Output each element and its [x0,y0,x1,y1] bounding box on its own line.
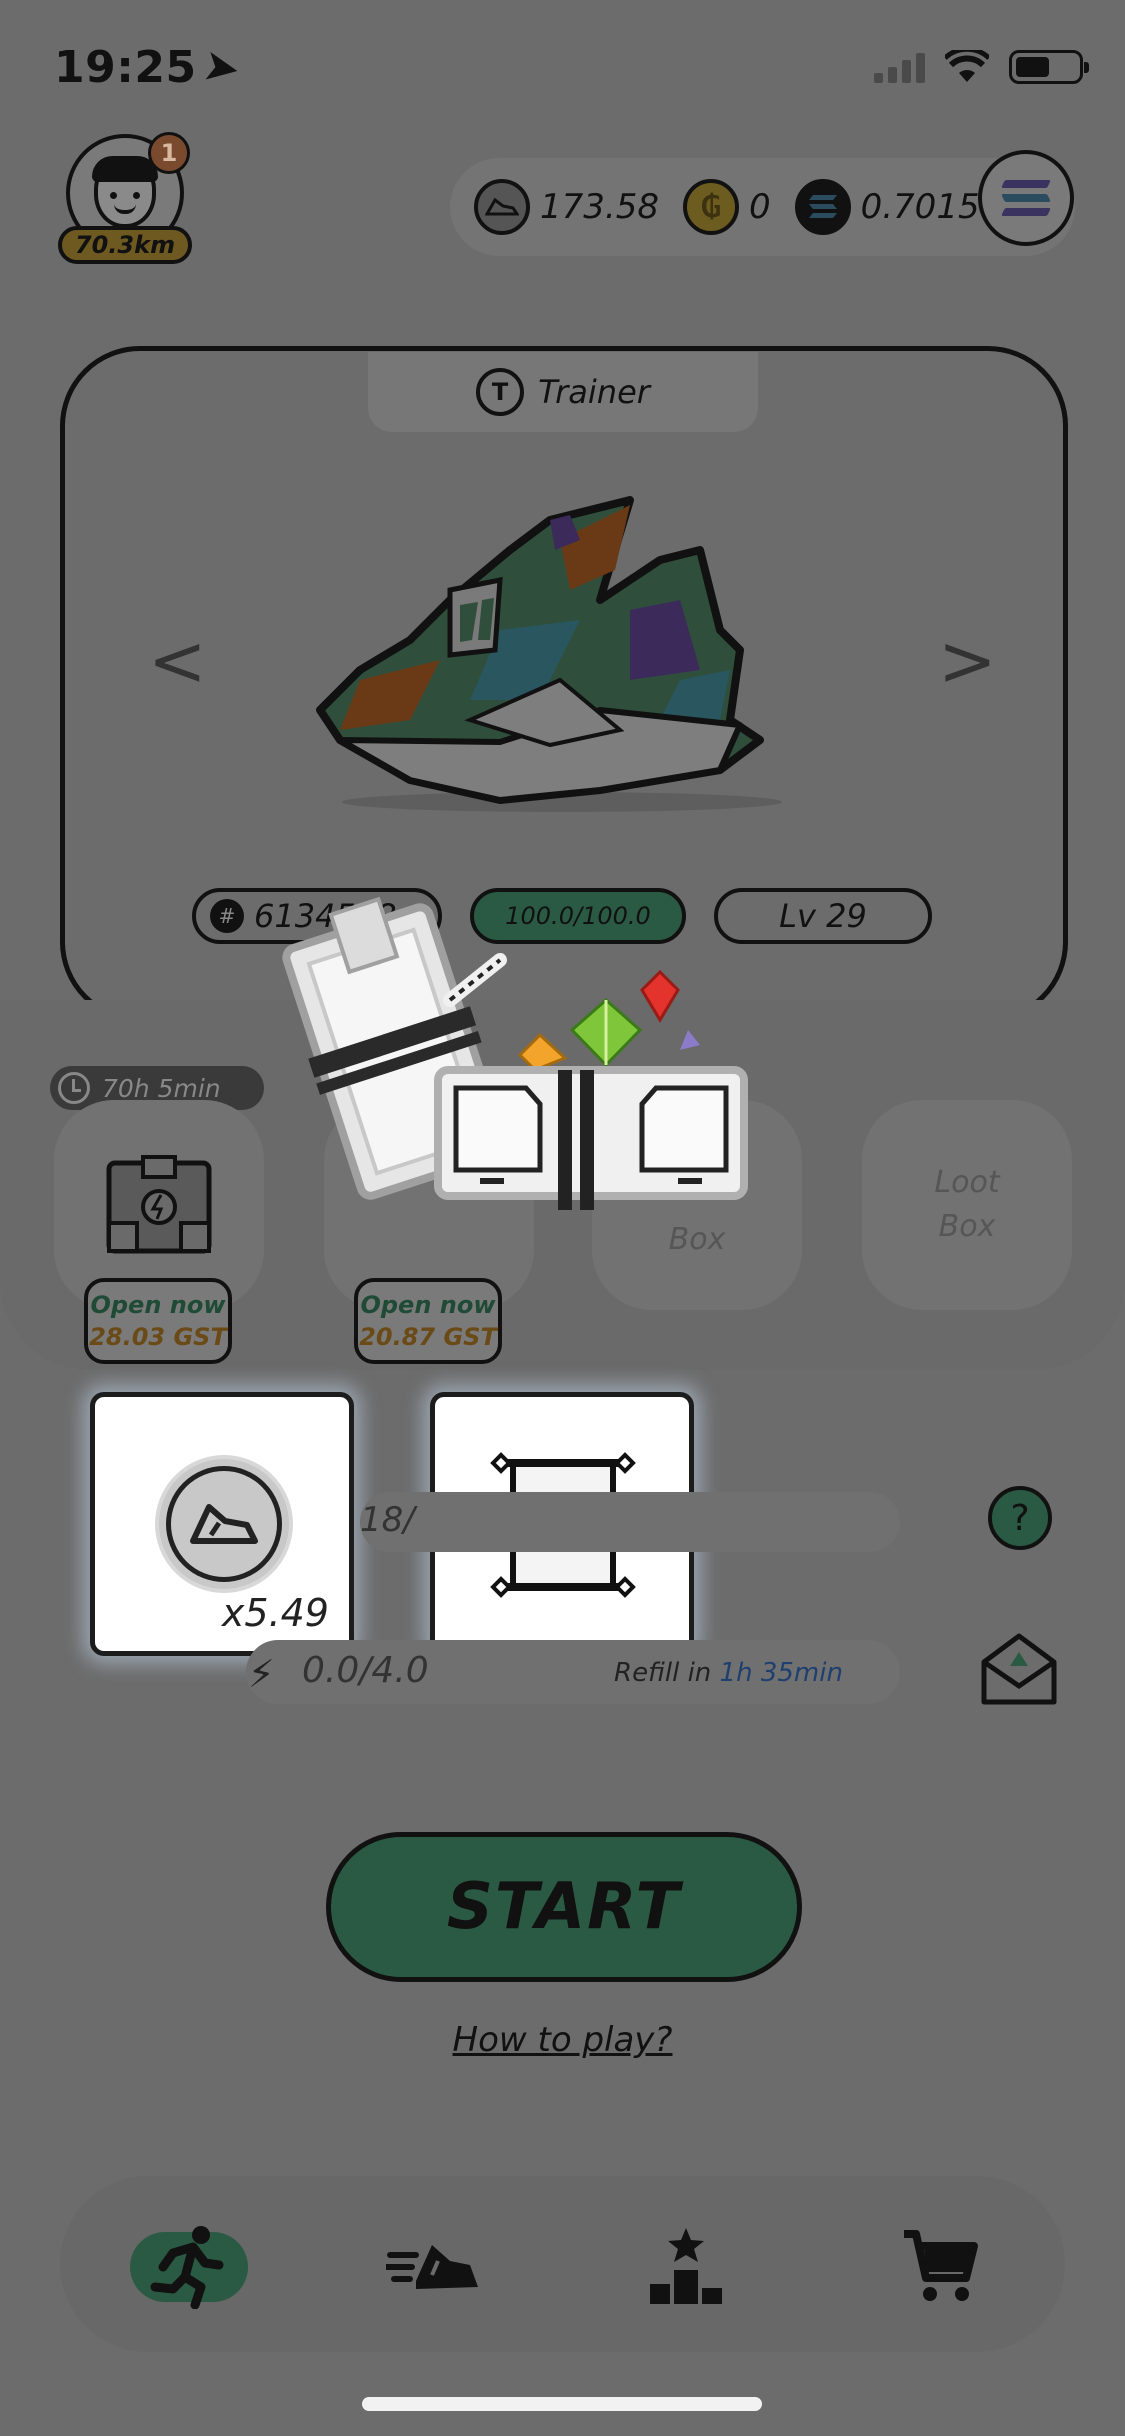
gmt-balance: 0 [748,187,771,227]
open-now-button-1[interactable]: Open now 28.03 GST [84,1278,232,1364]
status-time: 19:25➤ [54,39,245,96]
sneaker-type-label: Trainer [538,373,650,411]
gst-reward-card: x5.49 [90,1392,354,1656]
lightning-icon: ⚡ [248,1652,275,1696]
nav-run[interactable] [130,2226,248,2309]
mail-icon[interactable] [980,1632,1058,1706]
prev-sneaker-button[interactable]: < [148,620,207,702]
open-now-button-2[interactable]: Open now 20.87 GST [354,1278,502,1364]
avatar-face-icon [92,156,158,228]
nav-marketplace[interactable] [890,2226,990,2306]
wifi-icon [945,50,989,82]
refill-countdown: Refill in 1h 35min [614,1658,843,1688]
nav-sneakers[interactable] [384,2226,484,2306]
nav-leaderboard[interactable] [636,2226,736,2306]
distance-badge: 70.3km [58,226,192,264]
wallet-button[interactable] [978,150,1074,246]
loot-box-label: Loot Box [934,1165,1000,1244]
opened-chest-icon [282,896,748,1210]
next-sneaker-button[interactable]: > [938,620,997,702]
run-icon [150,2226,224,2309]
gst-balance: 173.58 [540,187,659,227]
notification-badge: 1 [148,132,190,174]
mystery-box-slot-4[interactable]: Loot Box [862,1100,1072,1310]
cellular-signal-icon [874,51,925,83]
clock-icon [58,1072,90,1104]
how-to-play-link[interactable]: How to play? [0,2020,1125,2060]
location-arrow-icon: ➤ [198,39,245,96]
gst-coin-icon [474,179,530,235]
sol-coin-icon [794,179,851,235]
hash-icon: # [210,899,244,933]
energy-progress-bar [360,1492,900,1552]
home-indicator[interactable] [362,2397,762,2411]
start-button[interactable]: START [326,1832,802,1982]
sol-balance: 0.7015 [860,187,980,227]
help-button[interactable]: ? [988,1486,1052,1550]
mystery-box-icon [106,1155,212,1254]
cart-icon [904,2230,978,2301]
box-timer: 70h 5min [102,1073,221,1103]
energy-partial-fraction: 18/ [360,1500,415,1540]
status-icons [874,50,1089,84]
sneaker-icon [386,2245,478,2289]
leaderboard-icon [650,2228,722,2304]
sneaker-image[interactable] [300,480,830,820]
gst-multiplier: x5.49 [221,1591,329,1635]
battery-icon [1009,50,1089,84]
gst-token-icon [155,1455,293,1593]
energy-value: 0.0/4.0 [302,1650,429,1691]
gmt-coin-icon: ₲ [682,179,739,235]
sneaker-type-tab: T Trainer [368,352,758,432]
trainer-type-icon: T [476,368,525,416]
